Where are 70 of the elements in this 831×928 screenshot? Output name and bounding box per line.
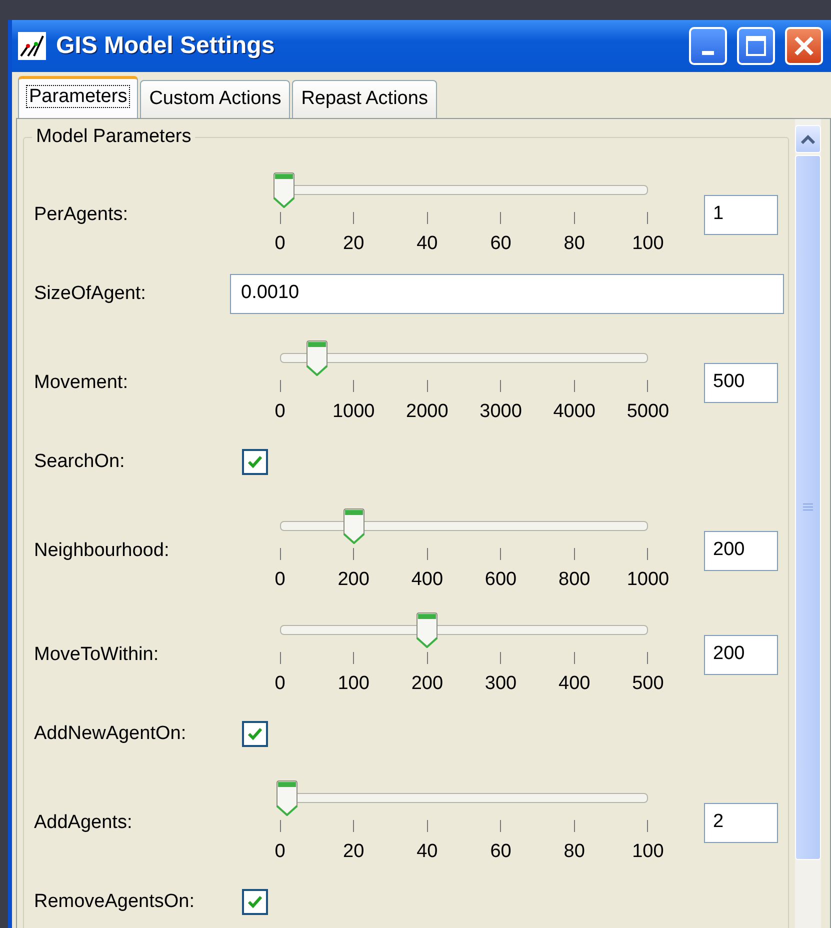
checkbox[interactable] [242, 449, 268, 475]
tick-label: 100 [632, 840, 664, 864]
field-label: SizeOfAgent: [34, 282, 147, 306]
value-field[interactable]: 1 [704, 195, 778, 235]
tick-label: 60 [490, 840, 512, 864]
tick-label: 300 [484, 672, 517, 696]
slider-thumb[interactable] [272, 172, 295, 208]
tick-label: 2000 [406, 400, 448, 424]
field-label: RemoveAgentsOn: [34, 890, 196, 914]
tick-label: 20 [343, 840, 364, 864]
tick-label: 80 [564, 840, 585, 864]
field-label: AddAgents: [34, 810, 134, 835]
tick-label: 3000 [480, 400, 522, 424]
check-icon [247, 895, 263, 909]
tick-label: 40 [416, 232, 438, 256]
maximize-icon [745, 35, 767, 57]
check-icon [247, 727, 263, 741]
tick-label: 60 [490, 232, 512, 256]
grip-icon [802, 502, 814, 512]
tick-label: 80 [564, 232, 585, 256]
tick-label: 400 [411, 568, 444, 592]
tick-label: 400 [558, 672, 590, 696]
tick-label: 0 [274, 568, 286, 592]
slider-thumb[interactable] [416, 612, 438, 648]
tick-label: 0 [274, 672, 286, 696]
close-button[interactable] [785, 27, 823, 65]
tick-label: 0 [274, 840, 286, 864]
tick-label: 20 [343, 232, 364, 256]
caret-up-icon [800, 134, 816, 144]
field-label: PerAgents: [34, 202, 129, 227]
tab[interactable]: Parameters [18, 76, 138, 118]
checkbox[interactable] [242, 721, 268, 747]
tick-label: 800 [558, 568, 590, 592]
tick-label: 200 [411, 672, 444, 696]
checkbox[interactable] [242, 889, 268, 915]
check-icon [247, 455, 263, 469]
field-label: SearchOn: [34, 450, 126, 474]
value-field[interactable]: 2 [704, 803, 778, 843]
tick-label: 0 [274, 232, 286, 256]
minimize-icon [702, 51, 714, 55]
tick-label: 100 [338, 672, 370, 696]
tick-label: 200 [338, 568, 370, 592]
text-field[interactable]: 0.0010 [230, 274, 784, 314]
tick-label: 1000 [626, 568, 670, 592]
value-field[interactable]: 500 [704, 363, 778, 403]
slider-thumb[interactable] [276, 780, 298, 816]
value-field[interactable]: 200 [704, 531, 778, 571]
tick-label: 4000 [553, 400, 596, 424]
field-label: Movement: [34, 370, 129, 395]
tick-label: 40 [416, 840, 438, 864]
tick-label: 0 [274, 400, 286, 424]
tick-label: 1000 [332, 400, 375, 424]
slider-thumb[interactable] [342, 508, 365, 544]
field-label: AddNewAgentOn: [34, 722, 188, 746]
close-icon [793, 35, 815, 57]
tick-label: 100 [632, 232, 664, 256]
tick-label: 5000 [626, 400, 670, 424]
maximize-button[interactable] [737, 27, 775, 65]
window-title: GIS Model Settings [56, 31, 275, 61]
tab[interactable]: Repast Actions [292, 80, 437, 118]
value-field[interactable]: 200 [704, 635, 778, 675]
field-label: MoveToWithin: [34, 642, 160, 667]
app-icon [18, 32, 46, 60]
tab[interactable]: Custom Actions [140, 80, 290, 118]
tick-label: 600 [484, 568, 517, 592]
slider-thumb[interactable] [306, 340, 328, 376]
field-label: Neighbourhood: [34, 538, 170, 563]
tick-label: 500 [632, 672, 664, 696]
minimize-button[interactable] [689, 27, 727, 65]
scroll-up-button[interactable] [795, 125, 821, 153]
